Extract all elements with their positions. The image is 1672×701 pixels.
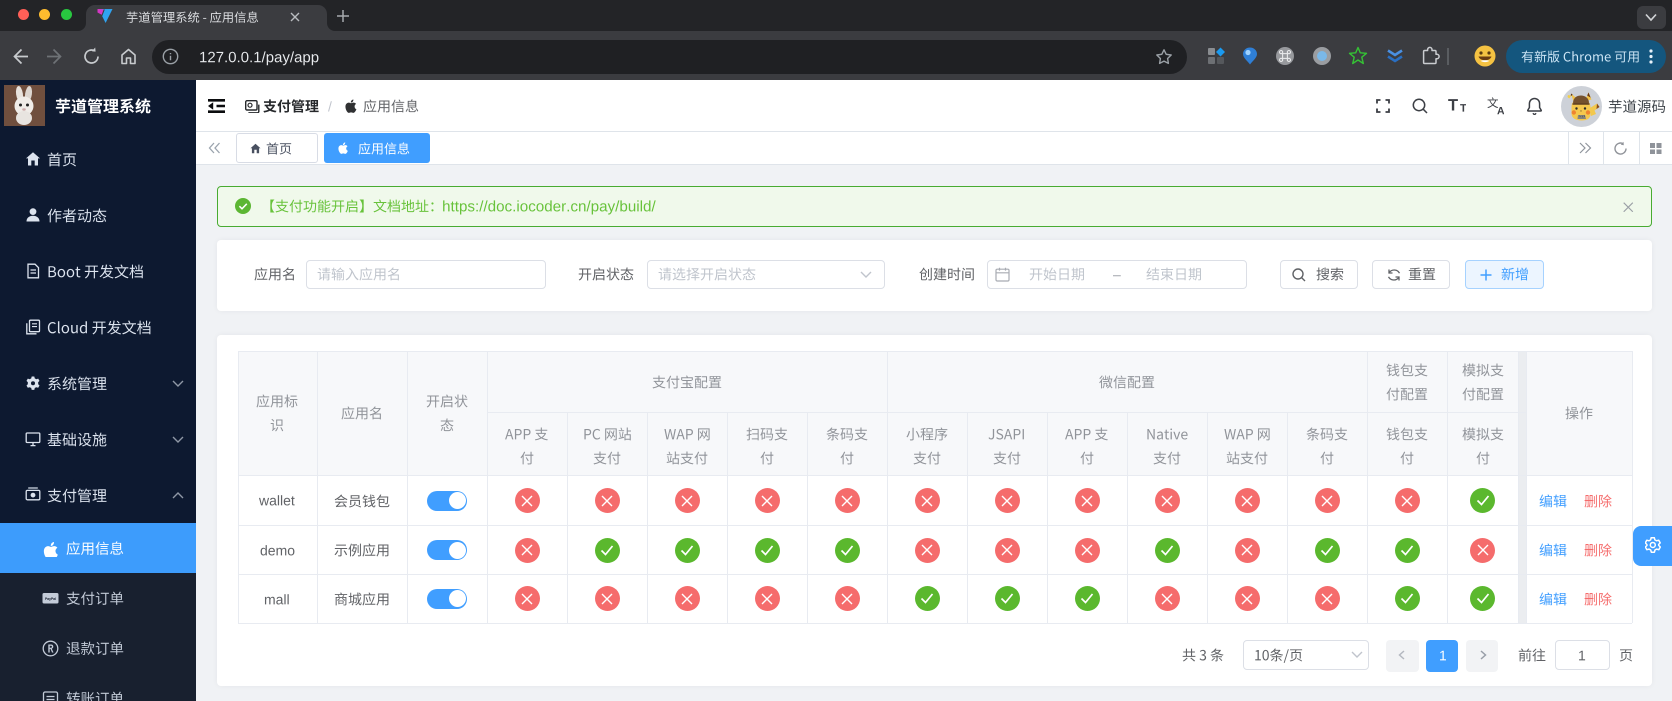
svg-text:PayPal: PayPal — [45, 597, 56, 601]
